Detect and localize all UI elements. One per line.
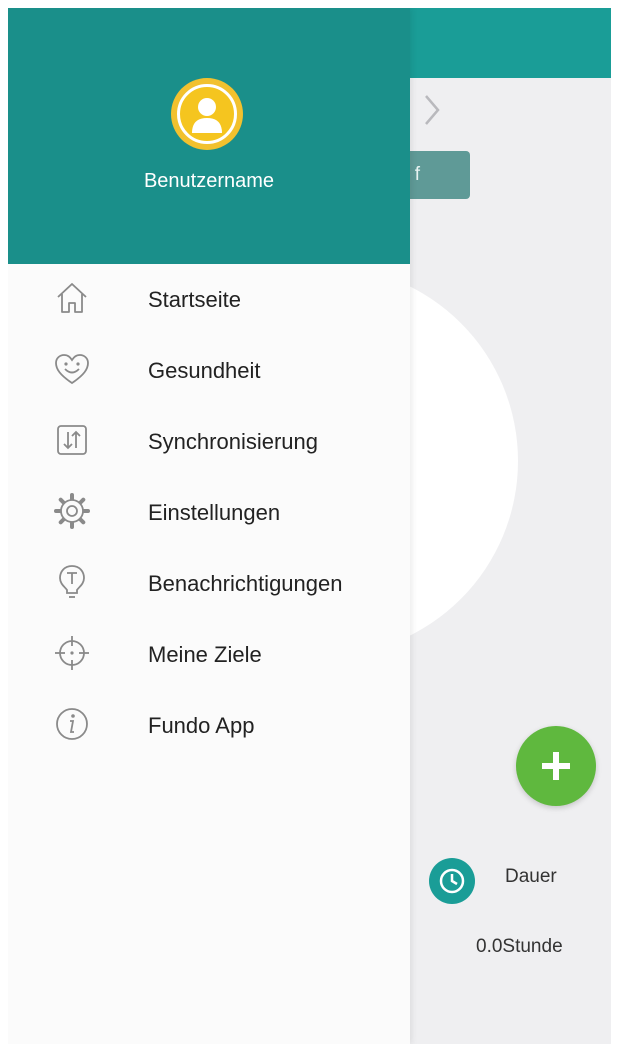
menu-item-label: Gesundheit (148, 358, 261, 383)
menu-item-fundo-app[interactable]: Fundo App (8, 690, 410, 761)
menu-item-label: Meine Ziele (148, 642, 262, 667)
heart-smile-icon (55, 354, 89, 385)
drawer-header: Benutzername (8, 8, 410, 264)
bulb-icon (59, 565, 85, 598)
duration-value: 0.0Stunde (476, 936, 563, 957)
chevron-right-icon[interactable] (420, 92, 444, 128)
avatar[interactable] (171, 78, 243, 150)
duration-label: Dauer (505, 866, 557, 887)
menu-item-label: Fundo App (148, 713, 255, 738)
username: Benutzername (143, 170, 275, 192)
menu-item-startseite[interactable]: Startseite (8, 264, 410, 335)
user-icon (192, 98, 222, 133)
menu-item-einstellungen[interactable]: Einstellungen (8, 477, 410, 548)
menu-item-synchronisierung[interactable]: Synchronisierung (8, 406, 410, 477)
info-icon (56, 708, 88, 740)
navigation-drawer: Benutzername Startseite Gesundheit Synch… (8, 8, 410, 1044)
menu-item-label: Synchronisierung (148, 429, 318, 454)
clock-icon (429, 858, 475, 904)
menu-item-label: Startseite (148, 287, 241, 312)
sync-icon (57, 425, 87, 455)
plus-icon (542, 752, 570, 780)
menu-item-meine-ziele[interactable]: Meine Ziele (8, 619, 410, 690)
menu-item-gesundheit[interactable]: Gesundheit (8, 335, 410, 406)
add-button[interactable] (516, 726, 596, 806)
screen: f Dauer 0.0Stunde Benutzername Startseit… (8, 8, 611, 1044)
target-icon (55, 636, 89, 670)
drawer-menu: Startseite Gesundheit Synchronisierung E… (8, 264, 410, 761)
menu-item-label: Benachrichtigungen (148, 571, 343, 596)
menu-item-label: Einstellungen (148, 500, 281, 525)
menu-item-benachrichtigungen[interactable]: Benachrichtigungen (8, 548, 410, 619)
gear-icon (54, 493, 90, 529)
home-icon (57, 283, 87, 313)
